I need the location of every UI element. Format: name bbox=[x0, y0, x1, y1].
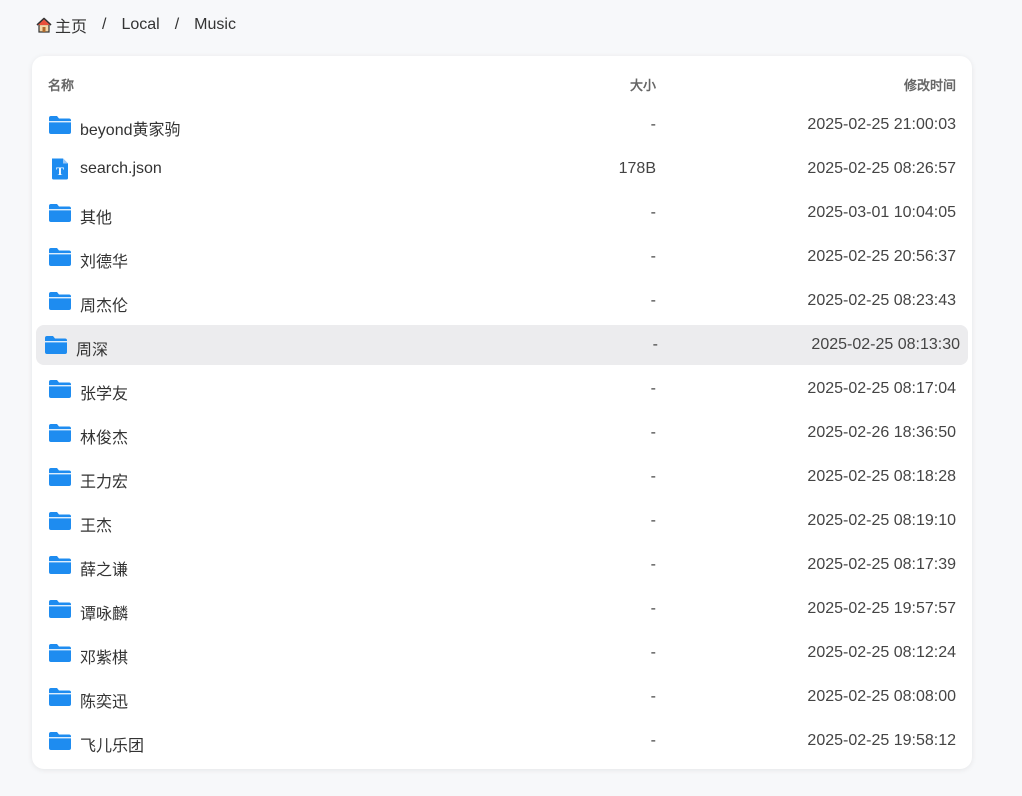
folder-icon bbox=[48, 466, 72, 488]
home-icon bbox=[36, 17, 52, 33]
breadcrumb-item-local[interactable]: Local bbox=[121, 16, 159, 34]
folder-row[interactable]: 周杰伦 - 2025-02-25 08:23:43 bbox=[36, 281, 968, 321]
file-row[interactable]: Tsearch.json 178B 2025-02-25 08:26:57 bbox=[36, 149, 968, 189]
row-size: - bbox=[652, 336, 658, 353]
row-size: - bbox=[650, 204, 656, 221]
folder-icon bbox=[48, 202, 72, 224]
folder-icon bbox=[48, 642, 72, 664]
breadcrumb-item-music[interactable]: Music bbox=[194, 16, 236, 34]
breadcrumb-home[interactable]: 主页 bbox=[35, 13, 87, 37]
row-size: 178B bbox=[618, 160, 656, 177]
folder-row[interactable]: 飞儿乐团 - 2025-02-25 19:58:12 bbox=[36, 721, 968, 761]
text-file-icon: T bbox=[48, 158, 72, 180]
row-name: 飞儿乐团 bbox=[80, 738, 145, 755]
folder-row[interactable]: 王力宏 - 2025-02-25 08:18:28 bbox=[36, 457, 968, 497]
row-name: beyond黄家驹 bbox=[80, 122, 181, 139]
folder-row[interactable]: 周深 - 2025-02-25 08:13:30 bbox=[36, 325, 968, 365]
file-list-card: 名称 大小 修改时间 beyond黄家驹 - 2025-02-25 21:00:03… bbox=[32, 56, 972, 769]
row-modified: 2025-02-25 08:26:57 bbox=[807, 160, 956, 177]
row-modified: 2025-02-25 08:19:10 bbox=[807, 512, 956, 529]
row-modified: 2025-02-26 18:36:50 bbox=[807, 424, 956, 441]
row-size: - bbox=[650, 556, 656, 573]
row-modified: 2025-02-25 21:00:03 bbox=[807, 116, 956, 133]
folder-row[interactable]: 薛之谦 - 2025-02-25 08:17:39 bbox=[36, 545, 968, 585]
row-size: - bbox=[650, 292, 656, 309]
breadcrumb: 主页 / Local / Music bbox=[35, 12, 236, 38]
row-name: 王杰 bbox=[80, 518, 113, 535]
folder-icon bbox=[48, 114, 72, 136]
row-modified: 2025-02-25 08:12:24 bbox=[807, 644, 956, 661]
folder-icon bbox=[48, 554, 72, 576]
row-modified: 2025-02-25 19:57:57 bbox=[807, 600, 956, 617]
row-size: - bbox=[650, 380, 656, 397]
row-name: 谭咏麟 bbox=[80, 606, 129, 623]
row-modified: 2025-02-25 08:17:39 bbox=[807, 556, 956, 573]
folder-icon bbox=[48, 730, 72, 752]
row-modified: 2025-02-25 08:08:00 bbox=[807, 688, 956, 705]
row-modified: 2025-02-25 08:23:43 bbox=[807, 292, 956, 309]
row-modified: 2025-02-25 20:56:37 bbox=[807, 248, 956, 265]
folder-icon bbox=[48, 598, 72, 620]
row-name: 周杰伦 bbox=[80, 298, 129, 315]
breadcrumb-home-label: 主页 bbox=[55, 19, 88, 36]
folder-icon bbox=[48, 686, 72, 708]
row-name: 其他 bbox=[80, 210, 113, 227]
folder-icon bbox=[48, 378, 72, 400]
folder-row[interactable]: beyond黄家驹 - 2025-02-25 21:00:03 bbox=[36, 105, 968, 145]
row-modified: 2025-02-25 08:17:04 bbox=[807, 380, 956, 397]
row-size: - bbox=[650, 512, 656, 529]
row-name: search.json bbox=[80, 160, 162, 177]
row-name: 张学友 bbox=[80, 386, 129, 403]
folder-icon bbox=[48, 246, 72, 268]
row-name: 陈奕迅 bbox=[80, 694, 129, 711]
row-size: - bbox=[650, 468, 656, 485]
row-name: 林俊杰 bbox=[80, 430, 129, 447]
row-modified: 2025-03-01 10:04:05 bbox=[807, 204, 956, 221]
folder-row[interactable]: 陈奕迅 - 2025-02-25 08:08:00 bbox=[36, 677, 968, 717]
row-name: 周深 bbox=[76, 342, 109, 359]
column-header-size[interactable]: 大小 bbox=[630, 75, 656, 94]
folder-row[interactable]: 刘德华 - 2025-02-25 20:56:37 bbox=[36, 237, 968, 277]
breadcrumb-separator: / bbox=[102, 16, 107, 33]
row-name: 邓紫棋 bbox=[80, 650, 129, 667]
row-size: - bbox=[650, 600, 656, 617]
row-size: - bbox=[650, 116, 656, 133]
svg-text:T: T bbox=[56, 164, 64, 178]
folder-row[interactable]: 邓紫棋 - 2025-02-25 08:12:24 bbox=[36, 633, 968, 673]
breadcrumb-separator: / bbox=[174, 16, 180, 33]
column-header-modified[interactable]: 修改时间 bbox=[904, 75, 956, 94]
row-modified: 2025-02-25 08:18:28 bbox=[807, 468, 956, 485]
folder-icon bbox=[48, 510, 72, 532]
row-name: 薛之谦 bbox=[80, 562, 129, 579]
folder-icon bbox=[48, 422, 72, 444]
row-name: 刘德华 bbox=[80, 254, 129, 271]
row-size: - bbox=[650, 644, 656, 661]
row-size: - bbox=[650, 424, 656, 441]
folder-row[interactable]: 张学友 - 2025-02-25 08:17:04 bbox=[36, 369, 968, 409]
folder-icon bbox=[48, 290, 72, 312]
folder-row[interactable]: 王杰 - 2025-02-25 08:19:10 bbox=[36, 501, 968, 541]
row-size: - bbox=[650, 248, 656, 265]
row-name: 王力宏 bbox=[80, 474, 129, 491]
file-list-header: 名称 大小 修改时间 bbox=[32, 56, 972, 110]
folder-icon bbox=[44, 334, 68, 356]
folder-row[interactable]: 林俊杰 - 2025-02-26 18:36:50 bbox=[36, 413, 968, 453]
folder-row[interactable]: 谭咏麟 - 2025-02-25 19:57:57 bbox=[36, 589, 968, 629]
row-modified: 2025-02-25 19:58:12 bbox=[807, 732, 956, 749]
column-header-name[interactable]: 名称 bbox=[48, 75, 74, 94]
row-size: - bbox=[650, 732, 656, 749]
row-size: - bbox=[650, 688, 656, 705]
row-modified: 2025-02-25 08:13:30 bbox=[811, 336, 960, 353]
folder-row[interactable]: 其他 - 2025-03-01 10:04:05 bbox=[36, 193, 968, 233]
